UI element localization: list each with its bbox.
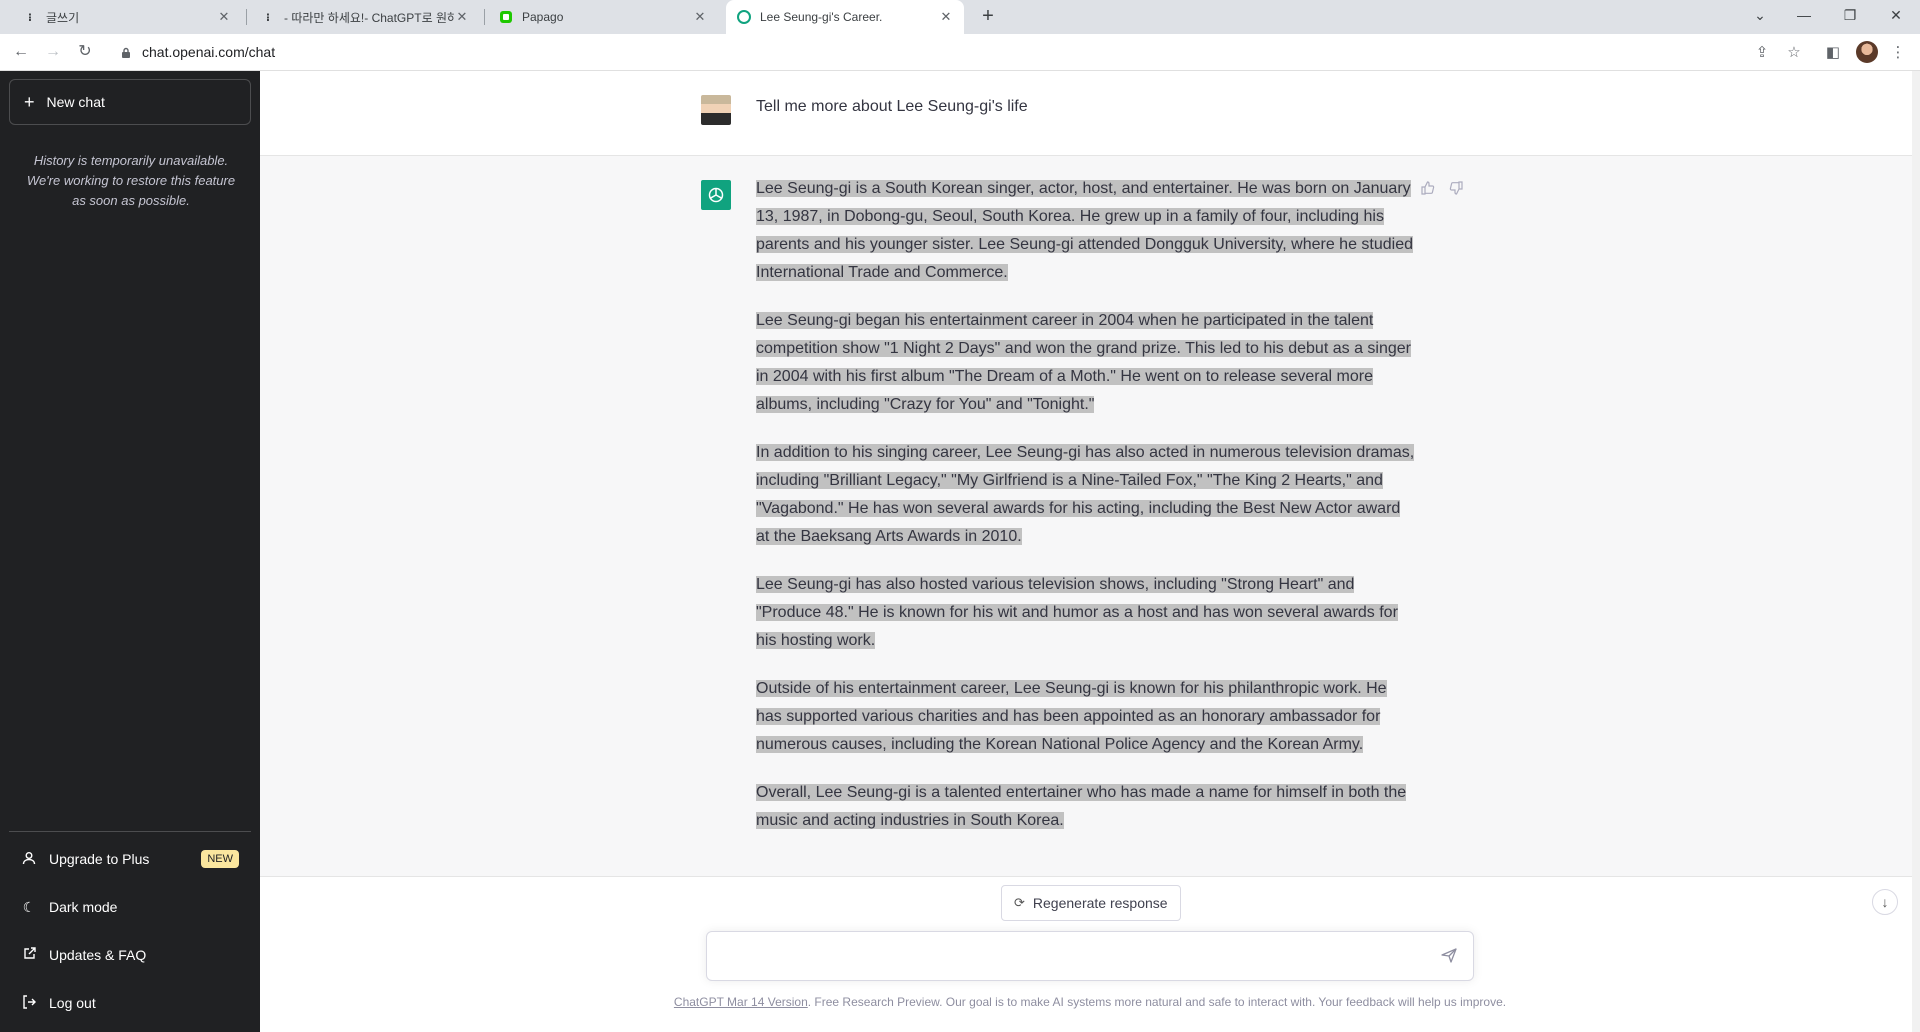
scroll-down-button[interactable]: ↓	[1872, 889, 1898, 915]
log-out-button[interactable]: Log out	[9, 981, 251, 1025]
external-link-icon	[21, 947, 37, 963]
close-icon[interactable]: ✕	[454, 9, 470, 25]
thumbs-down-icon[interactable]	[1447, 181, 1465, 199]
sidebar: + New chat History is temporarily unavai…	[0, 71, 260, 1032]
thumbs-up-icon[interactable]	[1419, 181, 1437, 199]
tab-title: 글쓰기	[46, 10, 80, 25]
composer-area: ⟳ Regenerate response ↓ ChatGPT Mar 14 V…	[260, 876, 1912, 1032]
refresh-icon: ⟳	[1014, 895, 1025, 910]
assistant-paragraph: In addition to his singing career, Lee S…	[756, 439, 1416, 551]
assistant-message: Lee Seung-gi is a South Korean singer, a…	[756, 175, 1416, 855]
tistory-icon: ⁝	[265, 11, 271, 24]
prompt-input[interactable]	[706, 931, 1474, 981]
new-tab-button[interactable]: +	[976, 5, 1000, 29]
send-icon[interactable]	[1441, 947, 1459, 965]
tab-title: - 따라만 하세요!- ChatGPT로 원하는	[284, 10, 454, 25]
user-avatar	[701, 95, 731, 125]
plus-icon: +	[24, 91, 35, 112]
close-window-button[interactable]: ✕	[1876, 0, 1916, 30]
close-icon[interactable]: ✕	[216, 9, 232, 25]
assistant-message-row: Lee Seung-gi is a South Korean singer, a…	[260, 156, 1912, 876]
assistant-paragraph: Outside of his entertainment career, Lee…	[756, 675, 1416, 759]
paragraph-text: In addition to his singing career, Lee S…	[756, 444, 1415, 545]
regenerate-label: Regenerate response	[1032, 895, 1168, 911]
address-bar[interactable]: chat.openai.com/chat	[142, 44, 275, 60]
footer-note: ChatGPT Mar 14 Version. Free Research Pr…	[260, 995, 1920, 1009]
browser-tab[interactable]: ⁝ 글쓰기 ✕	[12, 0, 242, 34]
upgrade-to-plus-button[interactable]: Upgrade to Plus NEW	[9, 837, 251, 881]
footer-text: . Free Research Preview. Our goal is to …	[807, 995, 1507, 1009]
chat-main: Tell me more about Lee Seung-gi's life L…	[260, 71, 1920, 1032]
share-icon[interactable]: ⇪	[1751, 42, 1773, 64]
user-message: Tell me more about Lee Seung-gi's life	[756, 98, 1028, 115]
new-badge: NEW	[201, 850, 239, 868]
assistant-paragraph: Lee Seung-gi began his entertainment car…	[756, 307, 1416, 419]
browser-tab[interactable]: ⁝ - 따라만 하세요!- ChatGPT로 원하는 ✕	[250, 0, 480, 34]
browser-toolbar: ← → ↻ chat.openai.com/chat ⇪ ☆ ◧ ⋮	[0, 34, 1920, 71]
tab-search-icon[interactable]: ⌄	[1740, 0, 1780, 30]
openai-icon	[736, 9, 752, 25]
log-out-label: Log out	[49, 995, 96, 1011]
tab-separator	[484, 9, 485, 25]
tab-separator	[246, 9, 247, 25]
history-unavailable-note: History is temporarily unavailable. We'r…	[26, 153, 236, 208]
updates-faq-link[interactable]: Updates & FAQ	[9, 933, 251, 977]
assistant-paragraph: Lee Seung-gi is a South Korean singer, a…	[756, 175, 1416, 287]
papago-icon	[498, 9, 514, 25]
close-icon[interactable]: ✕	[938, 9, 954, 25]
assistant-paragraph: Lee Seung-gi has also hosted various tel…	[756, 571, 1416, 655]
updates-faq-label: Updates & FAQ	[49, 947, 147, 963]
browser-tab[interactable]: Papago ✕	[488, 0, 718, 34]
paragraph-text: Outside of his entertainment career, Lee…	[756, 680, 1387, 753]
reload-button[interactable]: ↻	[73, 40, 97, 64]
forward-button[interactable]: →	[41, 40, 65, 64]
minimize-button[interactable]: —	[1784, 0, 1824, 30]
tab-title: Lee Seung-gi's Career.	[760, 10, 883, 24]
sidebar-divider	[9, 831, 251, 832]
chatgpt-logo-icon	[701, 180, 731, 210]
paragraph-text: Overall, Lee Seung-gi is a talented ente…	[756, 784, 1407, 829]
version-link[interactable]: ChatGPT Mar 14 Version	[674, 995, 808, 1009]
moon-icon: ☾	[22, 898, 36, 915]
user-message-row: Tell me more about Lee Seung-gi's life	[260, 71, 1912, 156]
paragraph-text: Lee Seung-gi has also hosted various tel…	[756, 576, 1398, 649]
profile-avatar[interactable]	[1856, 41, 1878, 63]
dark-mode-label: Dark mode	[49, 899, 118, 915]
paragraph-text: Lee Seung-gi is a South Korean singer, a…	[756, 180, 1413, 281]
tistory-icon: ⁝	[27, 11, 33, 24]
new-chat-button[interactable]: + New chat	[9, 79, 251, 125]
logout-icon	[21, 994, 37, 1012]
new-chat-label: New chat	[46, 94, 105, 110]
browser-tab-active[interactable]: Lee Seung-gi's Career. ✕	[726, 0, 964, 34]
side-panel-icon[interactable]: ◧	[1822, 42, 1844, 64]
page-scrollbar[interactable]	[1912, 71, 1920, 1032]
browser-tabstrip: ⁝ 글쓰기 ✕ ⁝ - 따라만 하세요!- ChatGPT로 원하는 ✕ Pap…	[0, 0, 1920, 34]
assistant-paragraph: Overall, Lee Seung-gi is a talented ente…	[756, 779, 1416, 835]
tab-title: Papago	[522, 10, 564, 24]
upgrade-label: Upgrade to Plus	[49, 851, 150, 867]
restore-button[interactable]: ❐	[1830, 0, 1870, 30]
back-button[interactable]: ←	[9, 40, 33, 64]
dark-mode-button[interactable]: ☾ Dark mode	[9, 885, 251, 929]
bookmark-star-icon[interactable]: ☆	[1783, 42, 1805, 64]
user-icon	[21, 851, 37, 868]
close-icon[interactable]: ✕	[692, 9, 708, 25]
menu-icon[interactable]: ⋮	[1887, 42, 1909, 64]
lock-icon[interactable]	[121, 46, 131, 64]
regenerate-response-button[interactable]: ⟳ Regenerate response	[1001, 885, 1181, 921]
paragraph-text: Lee Seung-gi began his entertainment car…	[756, 312, 1411, 413]
